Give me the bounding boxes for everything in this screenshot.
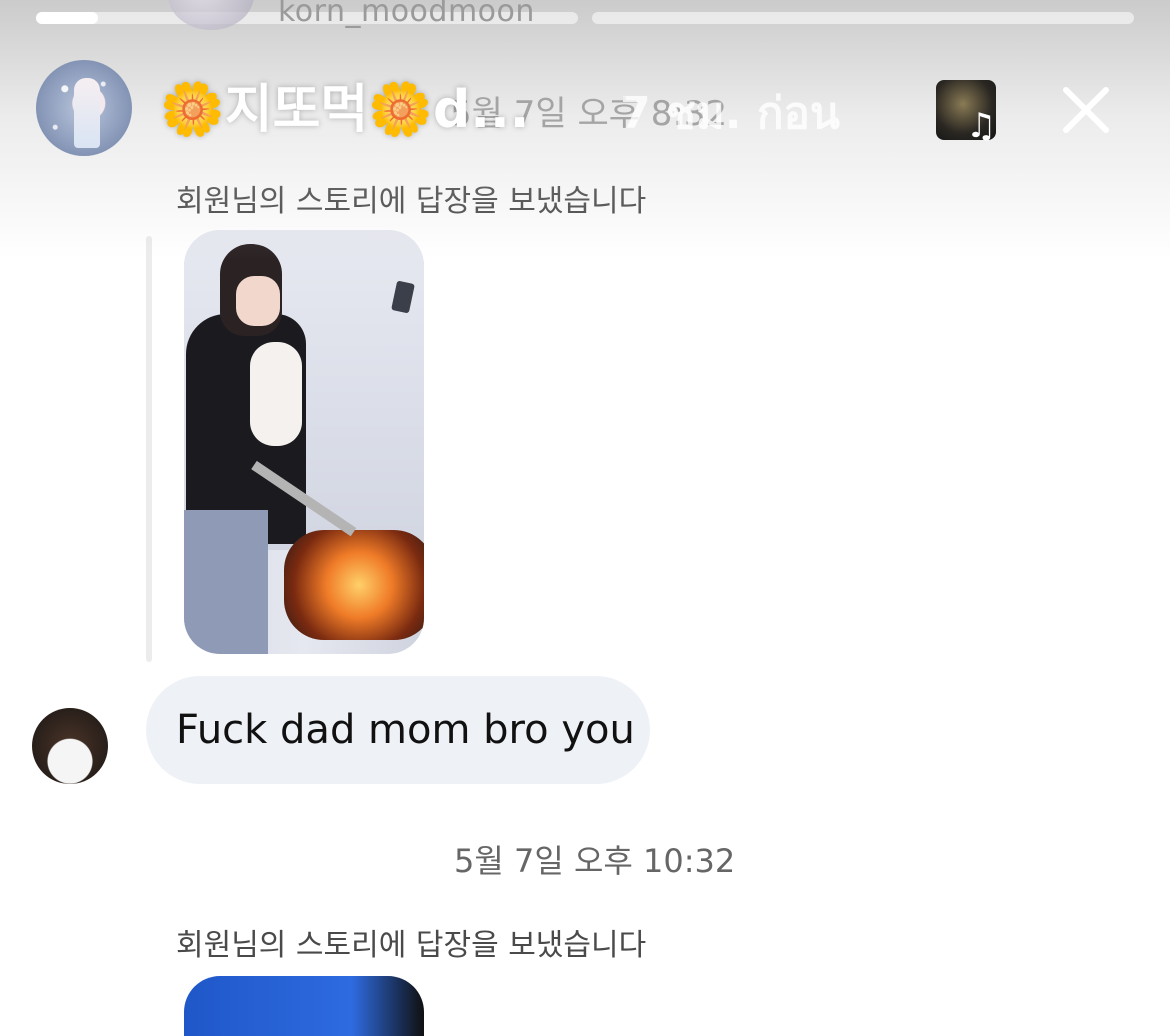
thumbnail-star-pants: [184, 510, 268, 654]
story-reply-thumbnail-2[interactable]: [184, 976, 424, 1036]
reply-label: 회원님의 스토리에 답장을 보냈습니다: [176, 184, 647, 219]
story-time-ago: 7 ชม. ก่อน: [620, 88, 840, 139]
message-text: Fuck dad mom bro you: [176, 707, 635, 753]
quote-bar: [146, 236, 152, 662]
progress-bar-segment-2: [592, 12, 1134, 24]
story-author-name[interactable]: 🌼지또먹🌼d...: [160, 68, 530, 140]
sender-avatar[interactable]: [32, 708, 108, 784]
background-story-username: korn_moodmoon: [278, 0, 535, 29]
progress-bar-fill: [36, 12, 98, 24]
music-note-icon: ♫: [966, 106, 997, 146]
close-button[interactable]: [1058, 82, 1114, 138]
message-bubble[interactable]: Fuck dad mom bro you: [146, 676, 650, 784]
thumbnail-grill-fire: [284, 530, 424, 640]
reply-label: 회원님의 스토리에 답장을 보냈습니다: [176, 928, 647, 963]
close-icon: [1063, 87, 1109, 133]
thumbnail-person-face: [236, 276, 280, 326]
thumbnail-puppy: [250, 342, 302, 446]
background-story-avatar: [168, 0, 254, 30]
chat-timestamp: 5월 7일 오후 10:32: [454, 842, 736, 880]
story-reply-thumbnail[interactable]: [184, 230, 424, 654]
story-author-avatar[interactable]: [36, 60, 132, 156]
avatar-figure: [74, 78, 100, 148]
